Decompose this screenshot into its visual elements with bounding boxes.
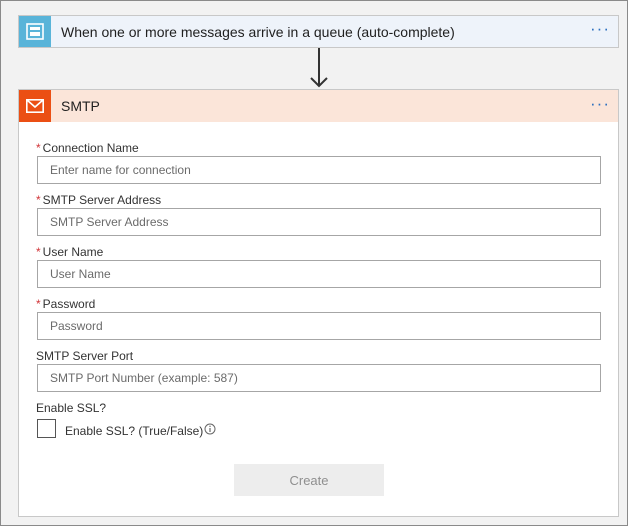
create-button[interactable]: Create <box>234 464 384 496</box>
server-port-input[interactable] <box>37 364 601 392</box>
password-label: * Password <box>36 297 96 311</box>
mail-icon <box>19 90 51 122</box>
user-name-input[interactable] <box>37 260 601 288</box>
server-address-input[interactable] <box>37 208 601 236</box>
service-bus-queue-icon <box>19 16 51 47</box>
required-marker: * <box>36 245 41 259</box>
enable-ssl-checkbox[interactable] <box>37 419 56 438</box>
smtp-more-options-icon[interactable]: ··· <box>590 94 610 114</box>
enable-ssl-label: Enable SSL? <box>36 401 107 415</box>
required-marker: * <box>36 193 41 207</box>
trigger-title: When one or more messages arrive in a qu… <box>61 24 455 40</box>
required-marker: * <box>36 297 41 311</box>
smtp-connection-card: SMTP ··· *Connection Name *SMTP Server A… <box>18 89 619 517</box>
smtp-title: SMTP <box>61 98 100 114</box>
password-input[interactable] <box>37 312 601 340</box>
server-address-label: * SMTP Server Address <box>36 193 162 207</box>
server-port-label: SMTP Server Port <box>36 349 134 363</box>
connection-name-label: * Connection Name <box>36 141 139 155</box>
flow-arrow-icon <box>310 48 328 88</box>
user-name-label: * User Name <box>36 245 104 259</box>
smtp-card-header[interactable]: SMTP ··· <box>19 90 618 122</box>
connection-name-input[interactable] <box>37 156 601 184</box>
required-marker: * <box>36 141 41 155</box>
info-icon[interactable] <box>204 423 216 435</box>
trigger-more-options-icon[interactable]: ··· <box>590 19 610 39</box>
trigger-card[interactable]: When one or more messages arrive in a qu… <box>18 15 619 48</box>
enable-ssl-checkbox-label[interactable]: Enable SSL? (True/False) <box>65 424 203 438</box>
